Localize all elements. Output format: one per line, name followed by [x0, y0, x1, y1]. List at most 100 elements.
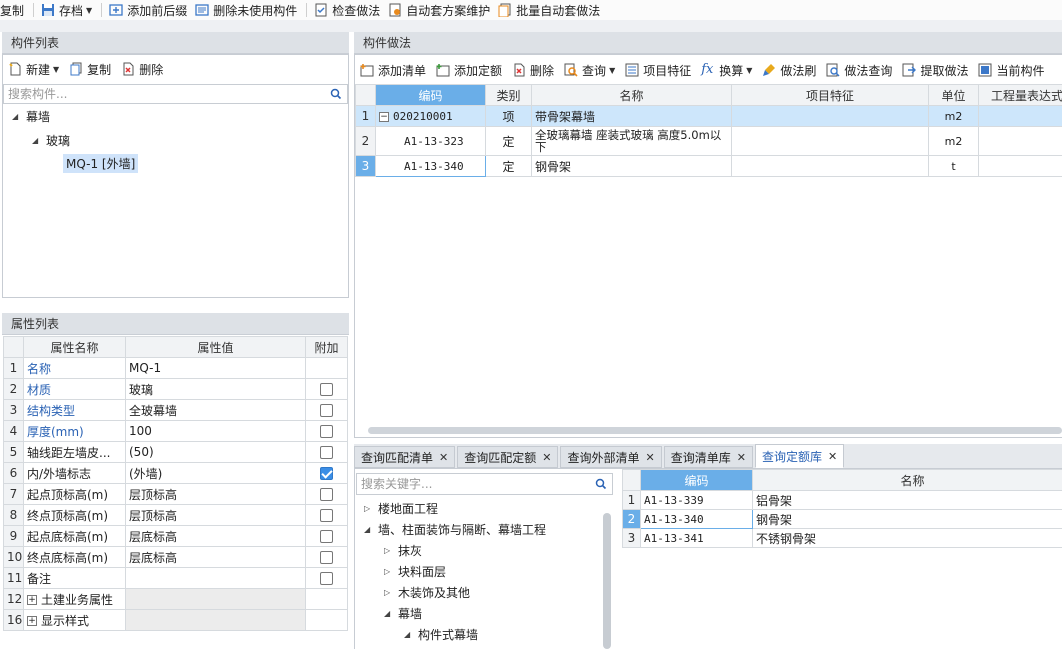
tree-node-curtain-wall[interactable]: ◢ 幕墙 — [12, 108, 50, 125]
add-list-button[interactable]: 添加清单 — [356, 57, 432, 83]
quota-tree-node[interactable]: ▷ 块料面层 — [384, 563, 446, 580]
property-value-cell[interactable]: 全玻幕墙 — [125, 399, 306, 421]
add-prefix-button[interactable]: 添加前后缀 — [106, 0, 192, 20]
expr-header[interactable]: 工程量表达式 — [978, 84, 1062, 106]
property-extra-cell[interactable] — [305, 525, 348, 547]
collapse-icon[interactable]: − — [379, 111, 389, 122]
expanded-triangle-icon[interactable]: ◢ — [404, 630, 418, 639]
result-row[interactable]: 1 A1-13-339 铝骨架 — [622, 490, 1062, 510]
name-header[interactable]: 名称 — [531, 84, 732, 106]
property-row[interactable]: 8 终点顶标高(m) 层顶标高 — [3, 504, 348, 526]
property-value-cell[interactable]: 层底标高 — [125, 546, 306, 568]
property-extra-cell[interactable] — [305, 420, 348, 442]
search-icon[interactable] — [330, 88, 342, 100]
property-value-cell[interactable]: 层顶标高 — [125, 483, 306, 505]
close-icon[interactable]: ✕ — [439, 451, 448, 464]
expanded-triangle-icon[interactable]: ◢ — [384, 609, 398, 618]
type-cell[interactable]: 定 — [485, 155, 532, 177]
checkbox[interactable] — [320, 383, 333, 396]
expand-icon[interactable]: + — [27, 595, 37, 605]
method-horizontal-scrollbar[interactable] — [368, 427, 1062, 434]
property-extra-cell[interactable] — [305, 462, 348, 484]
expr-cell[interactable] — [978, 155, 1062, 177]
property-extra-cell[interactable] — [305, 546, 348, 568]
property-row[interactable]: 7 起点顶标高(m) 层顶标高 — [3, 483, 348, 505]
property-row[interactable]: 5 轴线距左墙皮... (50) — [3, 441, 348, 463]
property-extra-cell[interactable] — [305, 441, 348, 463]
quota-tree-node[interactable]: ▷ 抹灰 — [384, 542, 422, 559]
close-icon[interactable]: ✕ — [542, 451, 551, 464]
result-name-cell[interactable]: 铝骨架 — [752, 490, 1062, 510]
close-icon[interactable]: ✕ — [828, 450, 837, 463]
property-row[interactable]: 2 材质 玻璃 — [3, 378, 348, 400]
new-component-button[interactable]: 新建 ▼ — [4, 56, 65, 82]
property-value-cell[interactable] — [125, 567, 306, 589]
name-cell[interactable]: 带骨架幕墙 — [531, 105, 732, 127]
quota-tree-node[interactable]: ▷ 楼地面工程 — [364, 500, 438, 517]
property-row[interactable]: 3 结构类型 全玻幕墙 — [3, 399, 348, 421]
convert-button[interactable]: fx 换算 ▼ — [697, 57, 758, 83]
property-name-cell[interactable]: + 显示样式 — [23, 609, 126, 631]
property-extra-cell[interactable] — [305, 588, 348, 610]
property-value-cell[interactable]: 层顶标高 — [125, 504, 306, 526]
checkbox[interactable] — [320, 467, 333, 480]
tab-external-list[interactable]: 查询外部清单 ✕ — [560, 446, 662, 468]
result-code-cell[interactable]: A1-13-339 — [640, 490, 753, 510]
feature-cell[interactable] — [731, 105, 929, 127]
property-extra-cell[interactable] — [305, 378, 348, 400]
delete-unused-button[interactable]: 删除未使用构件 — [192, 0, 302, 20]
property-value-cell[interactable]: 玻璃 — [125, 378, 306, 400]
feature-cell[interactable] — [731, 155, 929, 177]
feature-cell[interactable] — [731, 126, 929, 156]
quota-tree-node[interactable]: ▷ 木装饰及其他 — [384, 584, 470, 601]
unit-header[interactable]: 单位 — [928, 84, 979, 106]
component-search-input[interactable]: 搜索构件... — [3, 84, 348, 104]
code-header[interactable]: 编码 — [375, 84, 486, 106]
chevron-down-icon[interactable]: ▼ — [609, 66, 615, 75]
property-row[interactable]: 1 名称 MQ-1 — [3, 357, 348, 379]
method-row-1[interactable]: 1 −020210001 项 带骨架幕墙 m2 — [355, 105, 1062, 127]
copy-component-button[interactable]: 复制 — [65, 56, 117, 82]
quota-tree-node[interactable]: ◢ 构件式幕墙 — [404, 626, 478, 643]
property-extra-cell[interactable] — [305, 483, 348, 505]
expr-cell[interactable] — [978, 105, 1062, 127]
checkbox[interactable] — [320, 404, 333, 417]
chevron-down-icon[interactable]: ▼ — [53, 65, 59, 74]
copy-button[interactable]: 复制 — [0, 0, 29, 20]
method-row-3[interactable]: 3 A1-13-340 定 钢骨架 t — [355, 155, 1062, 177]
unit-cell[interactable]: m2 — [928, 105, 979, 127]
name-cell[interactable]: 钢骨架 — [531, 155, 732, 177]
checkbox[interactable] — [320, 509, 333, 522]
delete-component-button[interactable]: 删除 — [117, 56, 169, 82]
search-icon[interactable] — [595, 478, 607, 490]
property-row[interactable]: 6 内/外墙标志 (外墙) — [3, 462, 348, 484]
quota-tree-node[interactable]: ◢ 幕墙 — [384, 605, 422, 622]
extract-method-button[interactable]: 提取做法 — [898, 57, 974, 83]
type-header[interactable]: 类别 — [485, 84, 532, 106]
collapsed-triangle-icon[interactable]: ▷ — [364, 504, 378, 513]
tree-node-glass[interactable]: ◢ 玻璃 — [32, 132, 70, 149]
type-cell[interactable]: 定 — [485, 126, 532, 156]
add-quota-button[interactable]: 添加定额 — [432, 57, 508, 83]
property-value-cell[interactable]: (50) — [125, 441, 306, 463]
query-button[interactable]: 查询 ▼ — [560, 57, 621, 83]
tab-match-quota[interactable]: 查询匹配定额 ✕ — [457, 446, 559, 468]
checkbox[interactable] — [320, 425, 333, 438]
result-name-cell[interactable]: 钢骨架 — [752, 509, 1062, 529]
property-row[interactable]: 4 厚度(mm) 100 — [3, 420, 348, 442]
result-row[interactable]: 3 A1-13-341 不锈钢骨架 — [622, 528, 1062, 548]
quota-tree-scrollbar[interactable] — [603, 513, 611, 649]
expanded-triangle-icon[interactable]: ◢ — [364, 525, 378, 534]
check-method-button[interactable]: 检查做法 — [311, 0, 385, 20]
code-cell[interactable]: A1-13-340 — [375, 155, 486, 177]
collapsed-triangle-icon[interactable]: ▷ — [384, 567, 398, 576]
property-row[interactable]: 16 + 显示样式 — [3, 609, 348, 631]
chevron-down-icon[interactable]: ▼ — [86, 6, 92, 15]
result-row[interactable]: 2 A1-13-340 钢骨架 — [622, 509, 1062, 529]
close-icon[interactable]: ✕ — [645, 451, 654, 464]
unit-cell[interactable]: t — [928, 155, 979, 177]
name-cell[interactable]: 全玻璃幕墙 座装式玻璃 高度5.0m以下 — [531, 126, 732, 156]
chevron-down-icon[interactable]: ▼ — [746, 66, 752, 75]
property-extra-cell[interactable] — [305, 357, 348, 379]
result-name-cell[interactable]: 不锈钢骨架 — [752, 528, 1062, 548]
